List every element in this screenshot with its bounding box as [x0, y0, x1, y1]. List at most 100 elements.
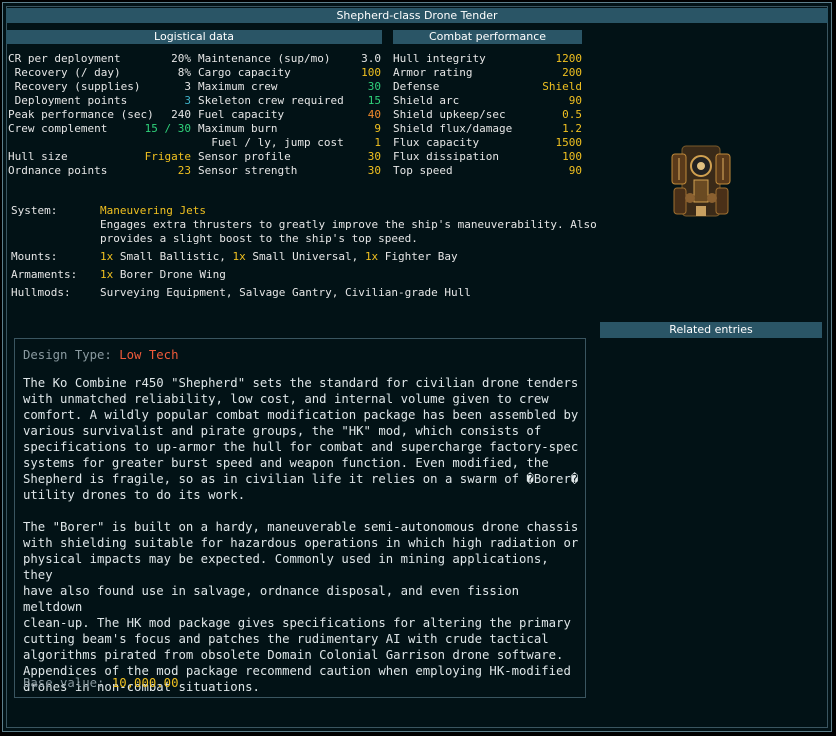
- stat-label: Maximum burn: [198, 122, 278, 135]
- stat-label: Sensor strength: [198, 164, 298, 177]
- stat-row: Recovery (/ day) 8%: [8, 66, 191, 80]
- stat-value: 1200: [555, 52, 583, 65]
- hullmods-value[interactable]: Surveying Equipment, Salvage Gantry, Civ…: [100, 286, 471, 300]
- stat-row: Armor rating 200: [393, 66, 582, 80]
- related-entries-header: Related entries: [600, 322, 822, 338]
- combat-header: Combat performance: [393, 30, 582, 44]
- stat-value: 1.2: [562, 122, 582, 135]
- stat-row: Shield flux/damage 1.2: [393, 122, 582, 136]
- stat-label: Armor rating: [393, 66, 473, 79]
- ship-sprite-icon: [671, 145, 731, 217]
- base-value: Base value: 10,000.00: [23, 675, 583, 691]
- stat-row: Ordnance points 23: [8, 164, 191, 178]
- stat-row: Flux dissipation 100: [393, 150, 582, 164]
- stat-row: Maintenance (sup/mo) 3.0: [198, 52, 381, 66]
- stat-value: 100: [361, 66, 381, 79]
- stat-label: Ordnance points: [8, 164, 108, 177]
- stat-row: CR per deployment 20%: [8, 52, 191, 66]
- stat-row: Peak performance (sec) 240: [8, 108, 191, 122]
- stat-label: Deployment points: [8, 94, 128, 107]
- stat-value: 30: [367, 80, 381, 93]
- logistical-col-1: CR per deployment 20% Recovery (/ day) 8% …: [8, 52, 191, 178]
- stat-row: Flux capacity 1500: [393, 136, 582, 150]
- logistical-header: Logistical data: [6, 30, 382, 44]
- stat-row: Cargo capacity 100: [198, 66, 381, 80]
- stat-value: 90: [568, 164, 582, 177]
- system-desc-1: Engages extra thrusters to greatly impro…: [100, 218, 597, 231]
- stat-value: 9: [374, 122, 381, 135]
- stat-row: Hull integrity 1200: [393, 52, 582, 66]
- stat-label: Fuel / ly, jump cost: [198, 136, 344, 149]
- stat-label: Maximum crew: [198, 80, 278, 93]
- stat-row: [8, 136, 191, 150]
- mounts-label: Mounts:: [11, 250, 58, 263]
- stat-label: Cargo capacity: [198, 66, 291, 79]
- stat-value: 30: [367, 164, 381, 177]
- stat-row: Fuel capacity 40: [198, 108, 381, 122]
- stat-value: 23: [177, 164, 191, 177]
- stat-label: Shield arc: [393, 94, 460, 107]
- base-value-amount: 10,000.00: [111, 676, 179, 690]
- system-label: System:: [11, 204, 58, 217]
- stat-label: Fuel capacity: [198, 108, 285, 121]
- stat-value: Frigate: [144, 150, 191, 163]
- description-paragraph-1: The Ko Combine r450 "Shepherd" sets the …: [23, 376, 579, 502]
- stat-row: Fuel / ly, jump cost 1: [198, 136, 381, 150]
- stat-value: 0.5: [562, 108, 582, 121]
- stat-value: 8%: [177, 66, 191, 79]
- mounts-value: 1x Small Ballistic, 1x Small Universal, …: [100, 250, 458, 264]
- mount-2: Small Universal,: [245, 250, 365, 263]
- stat-label: Shield flux/damage: [393, 122, 513, 135]
- stat-row: Shield arc 90: [393, 94, 582, 108]
- stat-value: 1: [374, 136, 381, 149]
- stat-row: Maximum crew 30: [198, 80, 381, 94]
- stat-label: Hull integrity: [393, 52, 486, 65]
- stat-value: 240: [171, 108, 191, 121]
- stat-label: Flux capacity: [393, 136, 480, 149]
- design-type: Design Type: Low Tech: [23, 347, 583, 363]
- stat-value: 3: [184, 80, 191, 93]
- stat-label: Defense: [393, 80, 440, 93]
- stat-value: 15: [367, 94, 381, 107]
- stat-row: Shield upkeep/sec 0.5: [393, 108, 582, 122]
- armaments-label: Armaments:: [11, 268, 78, 281]
- stat-row: Sensor profile 30: [198, 150, 381, 164]
- stat-label: Top speed: [393, 164, 453, 177]
- stat-row: Skeleton crew required 15: [198, 94, 381, 108]
- armament-name[interactable]: Borer Drone Wing: [113, 268, 226, 281]
- stat-row: Hull size Frigate: [8, 150, 191, 164]
- stat-value: 15 / 30: [144, 122, 191, 135]
- stat-label: Maintenance (sup/mo): [198, 52, 331, 65]
- stat-row: Maximum burn 9: [198, 122, 381, 136]
- logistical-col-2: Maintenance (sup/mo) 3.0 Cargo capacity 100…: [198, 52, 381, 178]
- stat-value: 3: [184, 94, 191, 107]
- stat-value: 100: [562, 150, 582, 163]
- ship-title: Shepherd-class Drone Tender: [6, 8, 828, 23]
- stat-value: 30: [367, 150, 381, 163]
- system-name: Maneuvering Jets: [100, 204, 206, 217]
- system-desc-2: provides a slight boost to the ship's to…: [100, 232, 418, 245]
- mount-qty-1: 1x: [100, 250, 114, 263]
- stat-label: Hull size: [8, 150, 68, 163]
- stat-row: Defense Shield: [393, 80, 582, 94]
- stat-row: Top speed 90: [393, 164, 582, 178]
- stat-row: Recovery (supplies) 3: [8, 80, 191, 94]
- mount-1: Small Ballistic,: [113, 250, 233, 263]
- design-type-value: Low Tech: [119, 348, 179, 362]
- stat-row: Crew complement 15 / 30: [8, 122, 191, 136]
- stat-label: Recovery (supplies): [8, 80, 141, 93]
- description-paragraph-2: The "Borer" is built on a hardy, maneuve…: [23, 520, 579, 694]
- combat-col: Hull integrity 1200 Armor rating 200 Defense…: [393, 52, 582, 178]
- stat-label: Skeleton crew required: [198, 94, 344, 107]
- hullmods-label: Hullmods:: [11, 286, 71, 299]
- armament-qty: 1x: [100, 268, 114, 281]
- mount-qty-3: 1x: [364, 250, 379, 263]
- mount-qty-2: 1x: [232, 250, 246, 263]
- stat-label: Crew complement: [8, 122, 108, 135]
- design-type-label: Design Type:: [23, 348, 120, 362]
- stat-label: Shield upkeep/sec: [393, 108, 506, 121]
- stat-value: 90: [568, 94, 582, 107]
- stat-label: Flux dissipation: [393, 150, 499, 163]
- base-value-label: Base value:: [23, 676, 112, 690]
- mount-3: Fighter Bay: [378, 250, 458, 263]
